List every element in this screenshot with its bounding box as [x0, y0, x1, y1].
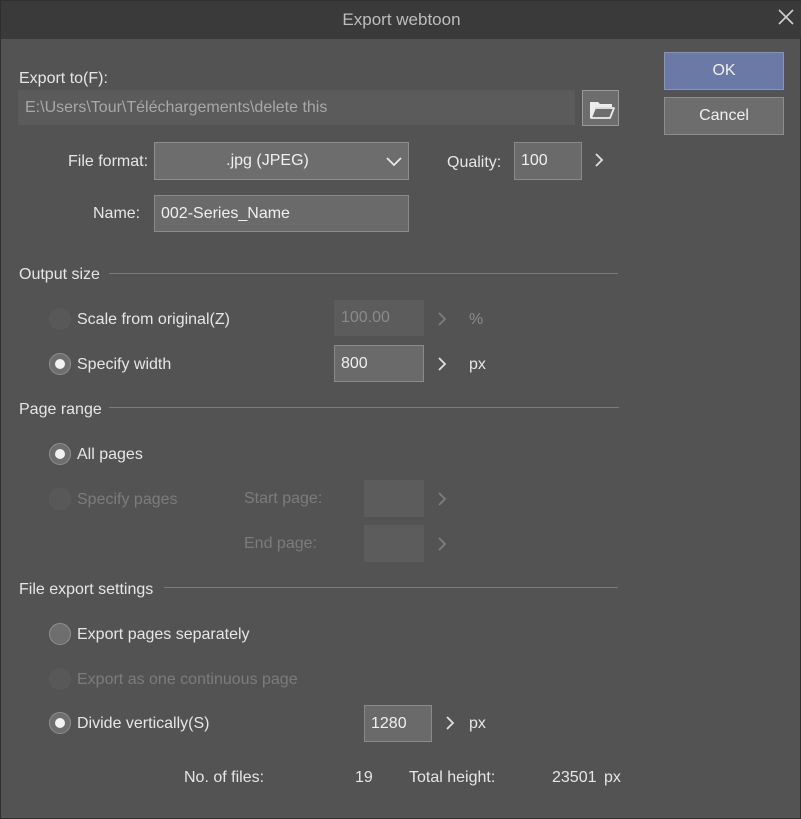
all-pages-radio[interactable] [49, 443, 71, 465]
scale-unit: % [469, 311, 484, 328]
file-export-settings-divider [164, 587, 618, 588]
total-height-value: 23501 [552, 769, 597, 786]
browse-folder-button[interactable] [582, 90, 619, 126]
cancel-button[interactable]: Cancel [664, 97, 784, 135]
specify-width-label: Specify width [77, 356, 172, 373]
page-range-divider [109, 407, 619, 408]
divide-vertically-radio[interactable] [49, 712, 71, 734]
export-webtoon-dialog: Export webtoon Export to(F): E:\Users\To… [0, 0, 801, 819]
end-page-input[interactable] [364, 525, 424, 562]
close-icon[interactable] [776, 7, 796, 27]
quality-label: Quality: [447, 154, 502, 171]
export-path-field[interactable]: E:\Users\Tour\Téléchargements\delete thi… [18, 90, 575, 125]
file-format-value: .jpg (JPEG) [226, 152, 309, 169]
quality-slider-chevron-right-icon[interactable] [593, 152, 605, 168]
ok-button[interactable]: OK [664, 52, 784, 90]
divide-chevron-right-icon[interactable] [444, 715, 456, 731]
divide-vertically-label: Divide vertically(S) [77, 715, 210, 732]
scale-input[interactable]: 100.00 [334, 300, 424, 336]
width-input[interactable]: 800 [334, 345, 424, 382]
page-range-heading: Page range [19, 401, 102, 418]
divide-height-input[interactable]: 1280 [364, 705, 432, 742]
width-value: 800 [341, 354, 368, 372]
export-pages-separately-label: Export pages separately [77, 626, 250, 643]
folder-open-icon [590, 102, 615, 119]
export-continuous-radio[interactable] [49, 668, 71, 690]
scale-from-original-label: Scale from original(Z) [77, 311, 230, 328]
export-pages-separately-radio[interactable] [49, 623, 71, 645]
output-size-divider [109, 273, 618, 274]
end-page-label: End page: [244, 535, 317, 552]
quality-value: 100 [521, 152, 548, 169]
output-size-heading: Output size [19, 266, 100, 283]
specify-pages-label: Specify pages [77, 491, 178, 508]
scale-from-original-radio[interactable] [49, 308, 71, 330]
chevron-down-icon [386, 157, 402, 167]
start-page-label: Start page: [244, 490, 323, 507]
total-height-label: Total height: [409, 769, 496, 786]
specify-pages-radio[interactable] [49, 488, 71, 510]
width-unit: px [469, 356, 486, 373]
start-page-input[interactable] [364, 480, 424, 517]
export-to-label: Export to(F): [19, 70, 108, 87]
divide-unit: px [469, 715, 486, 732]
name-label: Name: [93, 205, 141, 222]
title-bar[interactable]: Export webtoon [1, 1, 801, 39]
divide-height-value: 1280 [371, 714, 407, 732]
file-format-label: File format: [68, 153, 149, 170]
name-input[interactable]: 002-Series_Name [154, 195, 409, 232]
dialog-title: Export webtoon [342, 10, 461, 29]
all-pages-label: All pages [77, 446, 143, 463]
files-count-value: 19 [355, 769, 373, 786]
name-value: 002-Series_Name [161, 204, 290, 222]
total-height-unit: px [604, 769, 621, 786]
files-count-label: No. of files: [184, 769, 265, 786]
specify-width-radio[interactable] [49, 353, 71, 375]
export-continuous-label: Export as one continuous page [77, 671, 298, 688]
start-page-chevron-right-icon[interactable] [436, 491, 448, 507]
file-format-select[interactable]: .jpg (JPEG) [154, 142, 409, 180]
export-path-value: E:\Users\Tour\Téléchargements\delete thi… [25, 98, 328, 116]
file-export-settings-heading: File export settings [19, 581, 154, 598]
scale-chevron-right-icon[interactable] [436, 311, 448, 327]
scale-value: 100.00 [341, 309, 390, 326]
quality-input[interactable]: 100 [514, 142, 582, 180]
width-chevron-right-icon[interactable] [436, 356, 448, 372]
end-page-chevron-right-icon[interactable] [436, 536, 448, 552]
